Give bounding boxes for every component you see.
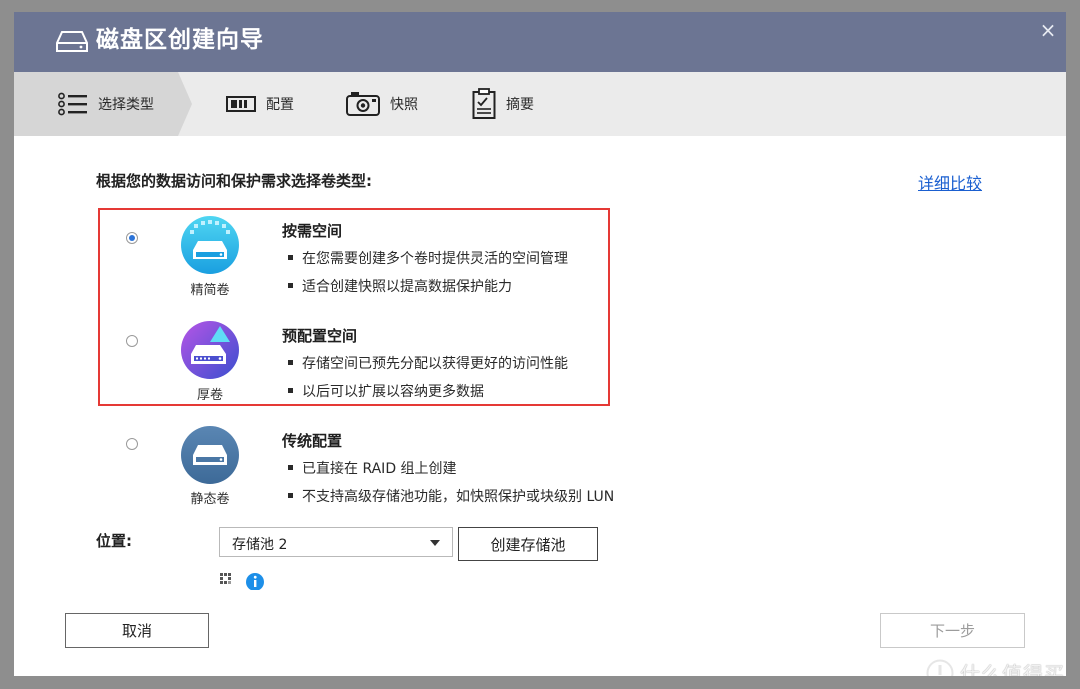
static-volume-bullet: 不支持高级存储池功能，如快照保护或块级别 LUN bbox=[288, 486, 614, 506]
step-label: 配置 bbox=[266, 97, 294, 113]
step-label: 选择类型 bbox=[98, 97, 154, 113]
thick-volume-label: 厚卷 bbox=[196, 388, 223, 403]
highlight-box bbox=[98, 208, 610, 406]
cancel-button[interactable]: 取消 bbox=[65, 613, 209, 648]
thick-volume-icon[interactable] bbox=[180, 320, 240, 380]
info-icon bbox=[246, 573, 264, 590]
create-storage-pool-button[interactable]: 创建存储池 bbox=[458, 527, 598, 561]
thick-volume-bullet: 存储空间已预先分配以获得更好的访问性能 bbox=[288, 353, 568, 373]
thin-volume-title: 按需空间 bbox=[282, 222, 343, 240]
pool-info-icons bbox=[220, 573, 264, 590]
radio-static-volume[interactable] bbox=[126, 438, 138, 450]
next-button[interactable]: 下一步 bbox=[880, 613, 1025, 648]
thick-volume-title: 预配置空间 bbox=[282, 327, 358, 345]
thick-volume-bullet: 以后可以扩展以容纳更多数据 bbox=[288, 381, 484, 401]
watermark-text: 什么值得买 bbox=[960, 662, 1065, 676]
thin-volume-bullet: 在您需要创建多个卷时提供灵活的空间管理 bbox=[288, 248, 568, 268]
step-snapshot[interactable]: 快照 bbox=[346, 72, 418, 136]
config-icon bbox=[226, 96, 256, 112]
step-label: 摘要 bbox=[506, 97, 534, 113]
disk-icon bbox=[56, 31, 88, 52]
thin-volume-label: 精简卷 bbox=[190, 283, 230, 298]
storage-pool-select[interactable]: 存储池 2 bbox=[219, 527, 453, 557]
volume-creation-wizard-dialog: 磁盘区创建向导 × 选择类型 配置 快照 摘要 根据您的数据访问和保护需求选择卷… bbox=[14, 12, 1066, 676]
clipboard-icon bbox=[472, 88, 496, 119]
close-icon[interactable]: × bbox=[1038, 20, 1058, 40]
grid-icon bbox=[220, 573, 231, 584]
step-select-type[interactable]: 选择类型 bbox=[58, 72, 154, 136]
static-volume-label: 静态卷 bbox=[190, 492, 230, 507]
location-label: 位置: bbox=[96, 532, 132, 550]
detailed-comparison-link[interactable]: 详细比较 bbox=[918, 170, 982, 194]
radio-thick-volume[interactable] bbox=[126, 335, 138, 347]
radio-thin-volume[interactable] bbox=[126, 232, 138, 244]
thin-volume-bullet: 适合创建快照以提高数据保护能力 bbox=[288, 276, 512, 296]
title-bar: 磁盘区创建向导 × bbox=[14, 12, 1066, 72]
watermark: 什么值得买 bbox=[926, 658, 1065, 676]
instruction-text: 根据您的数据访问和保护需求选择卷类型: bbox=[96, 172, 373, 190]
watermark-logo-icon bbox=[926, 659, 954, 676]
dialog-title: 磁盘区创建向导 bbox=[96, 27, 264, 53]
step-summary[interactable]: 摘要 bbox=[472, 72, 534, 136]
storage-pool-value: 存储池 2 bbox=[232, 537, 288, 553]
thin-volume-icon[interactable] bbox=[180, 215, 240, 275]
static-volume-bullet: 已直接在 RAID 组上创建 bbox=[288, 458, 457, 478]
static-volume-icon[interactable] bbox=[180, 425, 240, 485]
camera-icon bbox=[346, 92, 380, 116]
step-config[interactable]: 配置 bbox=[226, 72, 294, 136]
step-label: 快照 bbox=[390, 97, 418, 113]
wizard-steps-bar: 选择类型 配置 快照 摘要 bbox=[14, 72, 1066, 136]
chevron-down-icon bbox=[430, 540, 440, 546]
static-volume-title: 传统配置 bbox=[282, 432, 343, 450]
list-icon bbox=[58, 92, 87, 116]
